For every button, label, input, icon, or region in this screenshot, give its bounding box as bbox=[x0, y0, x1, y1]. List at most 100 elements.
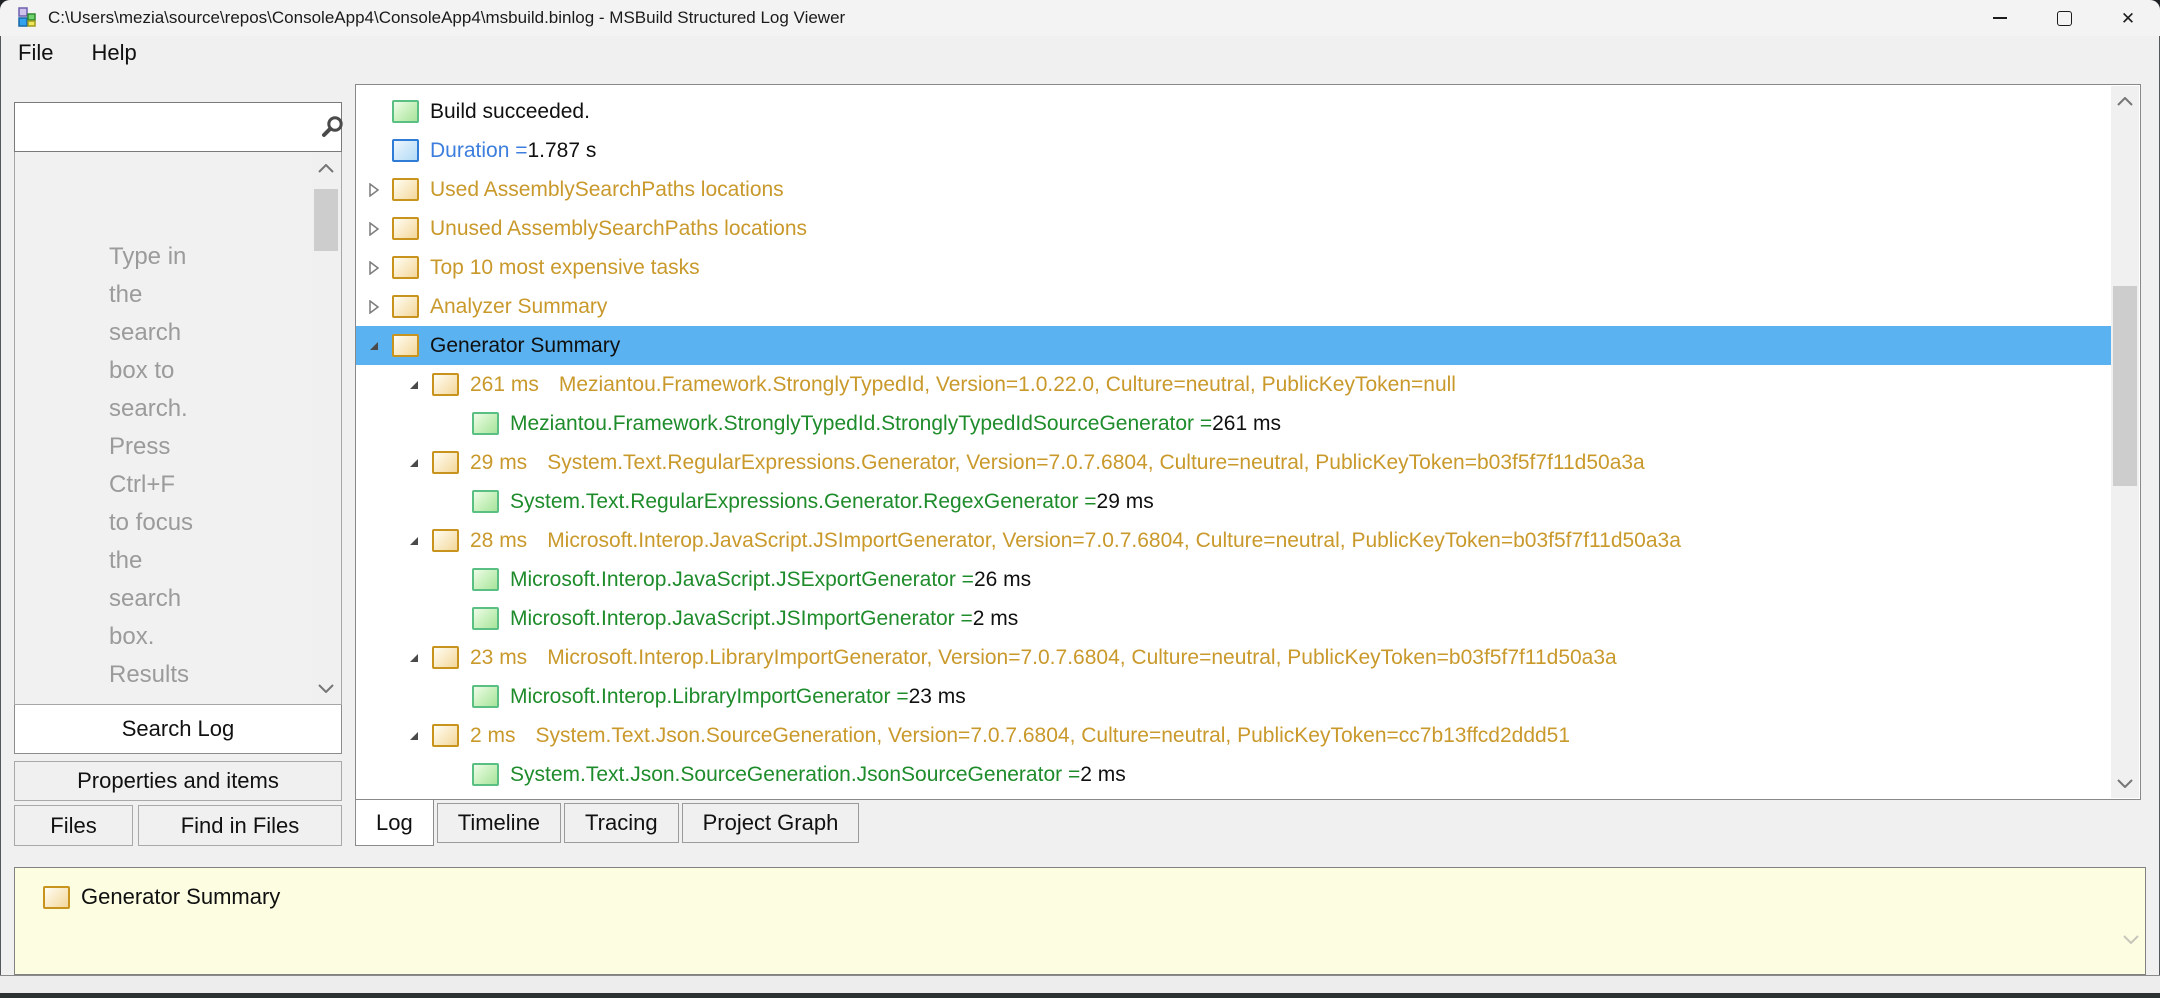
scroll-up-icon[interactable] bbox=[312, 155, 340, 181]
window-title: C:\Users\mezia\source\repos\ConsoleApp4\… bbox=[48, 8, 845, 28]
scroll-up-icon[interactable] bbox=[2111, 88, 2139, 114]
window-controls: ✕ bbox=[1968, 0, 2160, 36]
sidebar-tab-search-log[interactable]: Search Log bbox=[14, 705, 342, 754]
scrollbar-thumb[interactable] bbox=[314, 189, 338, 251]
tree-row[interactable]: Unused AssemblySearchPaths locations bbox=[356, 209, 2112, 248]
row-text: 1.787 s bbox=[527, 139, 596, 163]
panel-scroll-down-icon[interactable] bbox=[2123, 935, 2139, 944]
expander-expanded-icon[interactable] bbox=[408, 377, 432, 393]
tree-row[interactable]: Used AssemblySearchPaths locations bbox=[356, 170, 2112, 209]
expander-spacer bbox=[368, 143, 392, 159]
tree-row[interactable]: Generator Summary bbox=[356, 326, 2112, 365]
tree-row[interactable]: 2 ms System.Text.Json.SourceGeneration, V… bbox=[356, 716, 2112, 755]
tree-row[interactable]: 23 msMicrosoft.Interop.LibraryImportGene… bbox=[356, 638, 2112, 677]
tree-row[interactable]: 28 msMicrosoft.Interop.JavaScript.JSImpo… bbox=[356, 521, 2112, 560]
tab-log[interactable]: Log bbox=[355, 800, 434, 846]
expander-spacer bbox=[448, 416, 472, 432]
tree-row[interactable]: Microsoft.Interop.LibraryImportGenerator… bbox=[356, 677, 2112, 716]
row-text: Generator Summary bbox=[430, 334, 620, 358]
tree-row[interactable]: 261 msMeziantou.Framework.StronglyTypedI… bbox=[356, 365, 2112, 404]
folder-icon bbox=[43, 886, 70, 909]
tree-row[interactable]: Microsoft.Interop.JavaScript.JSImportGen… bbox=[356, 599, 2112, 638]
selected-node-text: Generator Summary bbox=[81, 884, 280, 910]
tree-row[interactable]: 29 msSystem.Text.RegularExpressions.Gene… bbox=[356, 443, 2112, 482]
row-text: System.Text.Json.SourceGeneration.JsonSo… bbox=[510, 763, 1080, 787]
watermark-line: search bbox=[109, 580, 193, 618]
row-text: 2 ms bbox=[1080, 763, 1126, 787]
sidebar-tab-row: Files Find in Files bbox=[14, 805, 342, 846]
node-icon-folder bbox=[392, 256, 419, 279]
tree-row[interactable]: System.Text.Json.SourceGeneration.JsonSo… bbox=[356, 755, 2112, 794]
tree-row[interactable]: Meziantou.Framework.StronglyTypedId.Stro… bbox=[356, 404, 2112, 443]
expander-expanded-icon[interactable] bbox=[408, 533, 432, 549]
sidebar-tab-properties-and-items[interactable]: Properties and items bbox=[14, 761, 342, 801]
watermark-line: the bbox=[109, 276, 193, 314]
expander-expanded-icon[interactable] bbox=[408, 728, 432, 744]
watermark-line: box to bbox=[109, 352, 193, 390]
scroll-down-icon[interactable] bbox=[312, 675, 340, 701]
expander-expanded-icon[interactable] bbox=[408, 650, 432, 666]
tree-row[interactable]: Analyzer Summary bbox=[356, 287, 2112, 326]
expander-collapsed-icon[interactable] bbox=[368, 221, 392, 237]
row-text: Used AssemblySearchPaths locations bbox=[430, 178, 784, 202]
row-text: Build succeeded. bbox=[430, 100, 590, 124]
node-icon-green bbox=[472, 763, 499, 786]
node-icon-folder bbox=[392, 334, 419, 357]
expander-spacer bbox=[448, 611, 472, 627]
row-text: 2 ms bbox=[470, 724, 516, 748]
tree-row[interactable]: Build succeeded. bbox=[356, 92, 2112, 131]
expander-spacer bbox=[368, 104, 392, 120]
node-icon-green bbox=[472, 685, 499, 708]
minimize-icon bbox=[1993, 17, 2007, 19]
menu-help[interactable]: Help bbox=[77, 40, 150, 66]
tree-row[interactable]: Top 10 most expensive tasks bbox=[356, 248, 2112, 287]
expander-expanded-icon[interactable] bbox=[368, 338, 392, 354]
scroll-down-icon[interactable] bbox=[2111, 770, 2139, 796]
node-icon-folder bbox=[432, 646, 459, 669]
watermark-line: Press bbox=[109, 428, 193, 466]
tab-project-graph[interactable]: Project Graph bbox=[682, 803, 860, 843]
tree-scrollbar[interactable] bbox=[2111, 86, 2139, 798]
search-icon[interactable] bbox=[319, 103, 345, 151]
sidebar-tab-files[interactable]: Files bbox=[14, 805, 133, 846]
search-input[interactable] bbox=[15, 103, 319, 151]
tree-row[interactable]: Duration = 1.787 s bbox=[356, 131, 2112, 170]
node-icon-folder bbox=[432, 373, 459, 396]
row-text: 29 ms bbox=[1097, 490, 1154, 514]
watermark-line: search. bbox=[109, 390, 193, 428]
scrollbar-thumb[interactable] bbox=[2113, 286, 2137, 486]
expander-expanded-icon[interactable] bbox=[408, 455, 432, 471]
node-icon-folder bbox=[432, 724, 459, 747]
tree-row[interactable]: Microsoft.Interop.JavaScript.JSExportGen… bbox=[356, 560, 2112, 599]
node-icon-folder bbox=[432, 451, 459, 474]
row-text: Duration = bbox=[430, 139, 527, 163]
watermark-line: Ctrl+F bbox=[109, 466, 193, 504]
expander-collapsed-icon[interactable] bbox=[368, 299, 392, 315]
minimize-button[interactable] bbox=[1968, 0, 2032, 36]
tree-row[interactable]: System.Text.RegularExpressions.Generator… bbox=[356, 482, 2112, 521]
row-text: Unused AssemblySearchPaths locations bbox=[430, 217, 807, 241]
menu-file[interactable]: File bbox=[14, 40, 67, 66]
row-text: Microsoft.Interop.JavaScript.JSExportGen… bbox=[510, 568, 974, 592]
watermark-line: to focus bbox=[109, 504, 193, 542]
maximize-button[interactable] bbox=[2032, 0, 2096, 36]
row-text: Top 10 most expensive tasks bbox=[430, 256, 700, 280]
node-icon-green bbox=[392, 100, 419, 123]
watermark-line: Results bbox=[109, 656, 193, 694]
tab-tracing[interactable]: Tracing bbox=[564, 803, 679, 843]
expander-collapsed-icon[interactable] bbox=[368, 260, 392, 276]
screen: C:\Users\mezia\source\repos\ConsoleApp4\… bbox=[0, 0, 2160, 998]
sidebar-tab-find-in-files[interactable]: Find in Files bbox=[138, 805, 342, 846]
search-results-panel: Type inthesearchbox tosearch.PressCtrl+F… bbox=[14, 152, 342, 705]
row-text: System.Text.Json.SourceGeneration, Versi… bbox=[536, 724, 1571, 748]
menu-bar: File Help bbox=[0, 36, 2160, 70]
tab-timeline[interactable]: Timeline bbox=[437, 803, 561, 843]
row-text: System.Text.RegularExpressions.Generator… bbox=[510, 490, 1097, 514]
close-button[interactable]: ✕ bbox=[2096, 0, 2160, 36]
row-text: Microsoft.Interop.JavaScript.JSImportGen… bbox=[547, 529, 1681, 553]
row-text: 23 ms bbox=[470, 646, 527, 670]
expander-spacer bbox=[448, 572, 472, 588]
expander-collapsed-icon[interactable] bbox=[368, 182, 392, 198]
watermark-line: the bbox=[109, 542, 193, 580]
sidebar-scrollbar[interactable] bbox=[312, 153, 340, 703]
